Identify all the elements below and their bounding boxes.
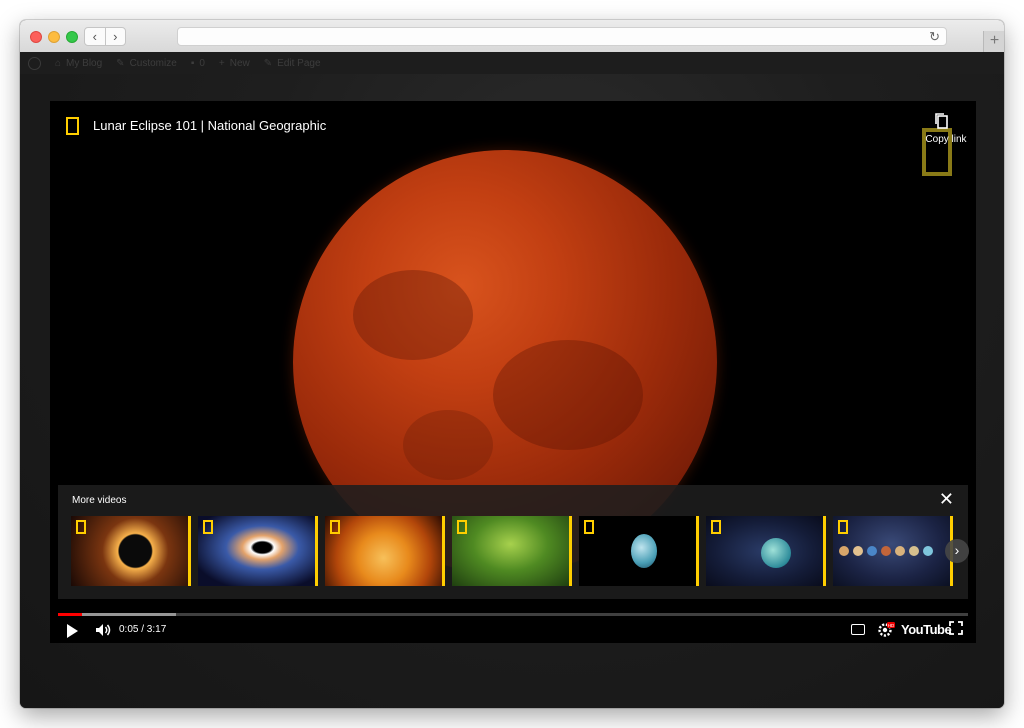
video-thumbnail[interactable] [706, 516, 826, 586]
settings-gear-icon[interactable]: HD [877, 620, 895, 638]
comment-icon: ▪ [190, 57, 195, 69]
plus-icon: + [218, 57, 225, 69]
wp-admin-bar: ⌂ My Blog ✎ Customize ▪ 0 + New ✎ Edit P… [20, 52, 1004, 74]
pencil-icon: ✎ [263, 57, 273, 69]
ng-logo-icon[interactable] [66, 117, 79, 135]
wp-bar-item-edit-page[interactable]: ✎ Edit Page [264, 58, 321, 69]
ng-logo-icon [76, 520, 86, 534]
fullscreen-icon[interactable] [949, 621, 963, 635]
play-icon[interactable] [67, 624, 78, 638]
ng-logo-icon [457, 520, 467, 534]
reload-icon[interactable]: ↻ [929, 29, 940, 45]
wp-bar-label: Customize [129, 57, 177, 69]
browser-titlebar: ‹ › ↻ [20, 20, 1004, 53]
video-thumbnail[interactable] [198, 516, 318, 586]
wp-bar-item-new[interactable]: + New [219, 58, 250, 69]
wp-bar-label: 0 [199, 57, 205, 69]
more-videos-label: More videos [72, 495, 127, 506]
video-thumbnail[interactable] [71, 516, 191, 586]
ng-logo-icon [584, 520, 594, 534]
subtitles-icon[interactable] [851, 624, 865, 635]
wp-bar-item-my-blog[interactable]: ⌂ My Blog [55, 58, 102, 69]
more-videos-panel: More videos ✕ › [58, 485, 969, 599]
time-display: 0:05 / 3:17 [119, 624, 167, 635]
more-videos-list [71, 516, 953, 586]
wp-bar-label: Edit Page [277, 57, 321, 69]
progress-bar[interactable] [58, 613, 968, 616]
forward-button[interactable]: › [106, 28, 126, 45]
volume-icon[interactable] [94, 621, 112, 639]
zoom-window-button[interactable] [66, 31, 78, 43]
youtube-logo[interactable]: YouTube [901, 622, 952, 637]
new-tab-button[interactable]: + [983, 31, 1004, 52]
copy-link-icon[interactable] [934, 112, 950, 130]
address-bar[interactable]: ↻ [177, 27, 947, 46]
close-icon[interactable]: ✕ [939, 489, 954, 509]
video-player[interactable]: Lunar Eclipse 101 | National Geographic … [50, 101, 976, 643]
player-controls: 0:05 / 3:17 HD YouTube [50, 606, 976, 643]
video-thumbnail[interactable] [833, 516, 953, 586]
ng-logo-icon [711, 520, 721, 534]
ng-logo-icon [838, 520, 848, 534]
video-title[interactable]: Lunar Eclipse 101 | National Geographic [93, 118, 326, 133]
copy-link-label[interactable]: Copy link [916, 134, 976, 145]
wordpress-icon[interactable] [28, 56, 41, 70]
wp-bar-item-customize[interactable]: ✎ Customize [116, 58, 177, 69]
history-nav: ‹ › [84, 27, 126, 46]
ng-logo-icon [203, 520, 213, 534]
minimize-window-button[interactable] [48, 31, 60, 43]
back-button[interactable]: ‹ [85, 28, 106, 45]
video-thumbnail[interactable] [579, 516, 699, 586]
hd-badge: HD [888, 623, 895, 628]
close-window-button[interactable] [30, 31, 42, 43]
wp-bar-label: My Blog [66, 57, 103, 69]
progress-played [58, 613, 82, 616]
ng-logo-icon [330, 520, 340, 534]
video-thumbnail[interactable] [452, 516, 572, 586]
brush-icon: ✎ [116, 57, 125, 69]
next-arrow-icon[interactable]: › [945, 539, 969, 563]
wp-bar-item-comments[interactable]: ▪ 0 [191, 58, 205, 69]
video-thumbnail[interactable] [325, 516, 445, 586]
home-icon: ⌂ [55, 57, 62, 69]
wp-bar-label: New [229, 57, 250, 69]
browser-window: ‹ › ↻ + ⌂ My Blog ✎ Customize ▪ 0 + New … [20, 20, 1004, 708]
